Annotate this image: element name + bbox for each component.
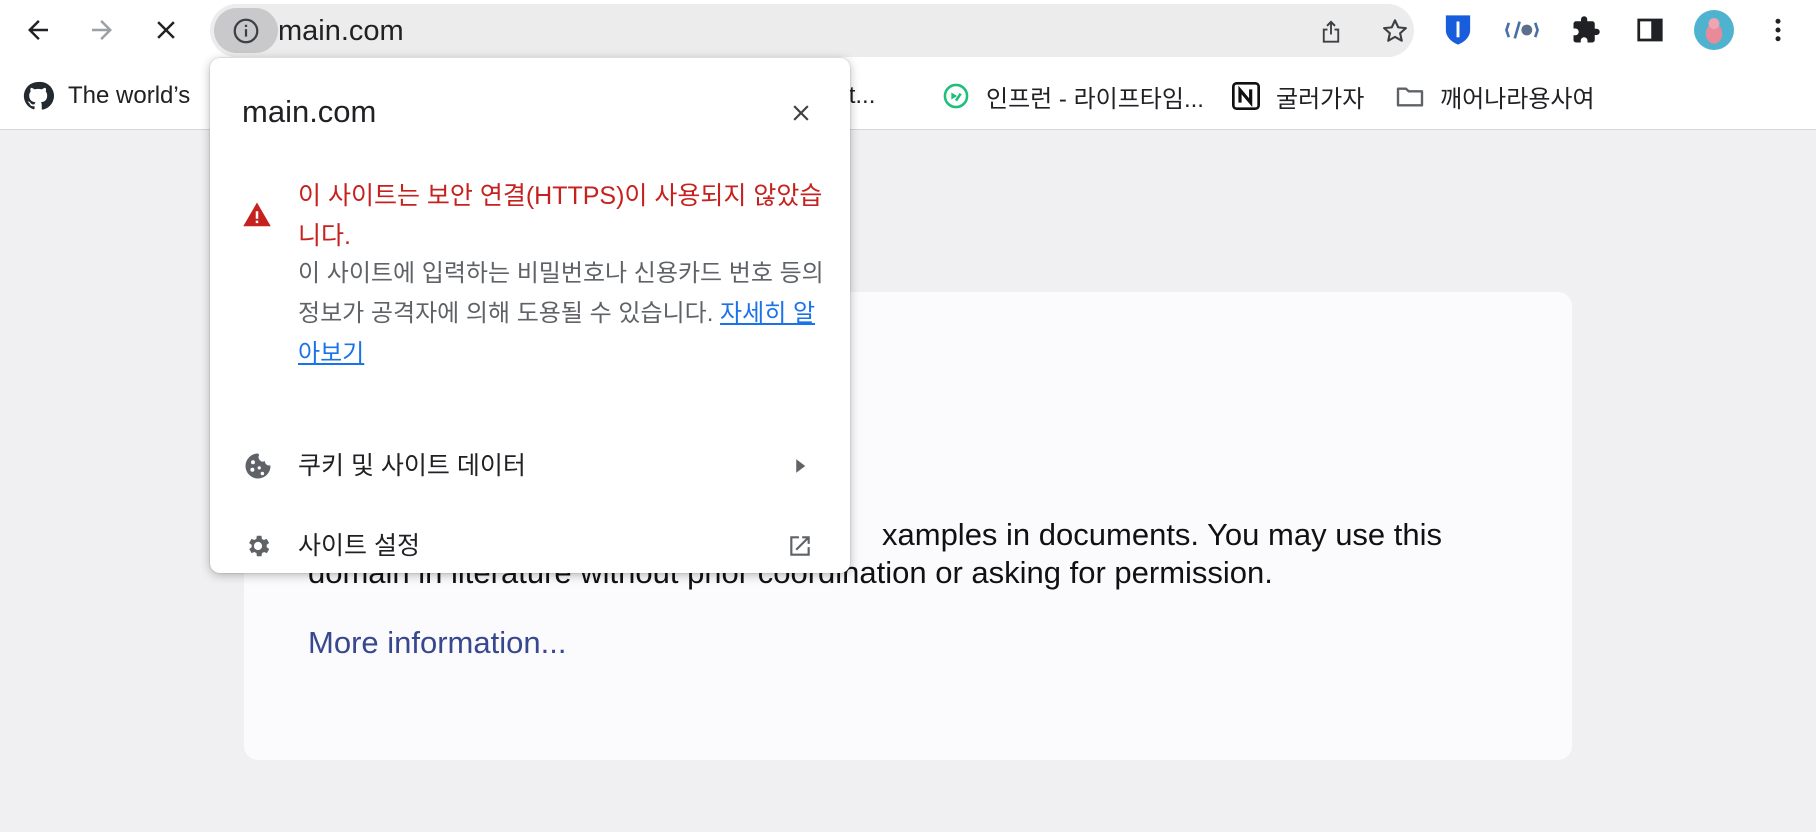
cookies-and-site-data-row[interactable]: 쿠키 및 사이트 데이터 bbox=[210, 436, 850, 496]
more-information-link[interactable]: More information... bbox=[308, 624, 566, 662]
code-extension[interactable] bbox=[1502, 10, 1542, 50]
site-info-button[interactable] bbox=[214, 8, 278, 53]
open-in-new-icon bbox=[784, 530, 816, 562]
site-settings-label: 사이트 설정 bbox=[298, 532, 420, 560]
back-button[interactable] bbox=[18, 10, 58, 50]
side-panel-button[interactable] bbox=[1630, 10, 1670, 50]
inflearn-icon bbox=[940, 80, 972, 112]
star-icon bbox=[1383, 19, 1407, 42]
bitwarden-extension[interactable] bbox=[1438, 10, 1478, 50]
popup-close-button[interactable] bbox=[784, 96, 818, 130]
address-bar[interactable]: main.com bbox=[210, 4, 1414, 57]
browser-toolbar: main.com bbox=[0, 0, 1816, 62]
puzzle-icon bbox=[1573, 16, 1600, 43]
browser-menu-button[interactable] bbox=[1758, 10, 1798, 50]
extensions-button[interactable] bbox=[1566, 10, 1606, 50]
notion-icon bbox=[1230, 80, 1262, 112]
warning-icon bbox=[243, 202, 271, 227]
profile-button[interactable] bbox=[1694, 10, 1734, 50]
cookies-label: 쿠키 및 사이트 데이터 bbox=[298, 452, 526, 480]
security-warning-title: 이 사이트는 보안 연결(HTTPS)이 사용되지 않았습니다. bbox=[298, 182, 823, 250]
share-icon bbox=[1322, 20, 1340, 43]
close-icon bbox=[793, 105, 809, 121]
close-icon bbox=[157, 21, 175, 39]
share-button[interactable] bbox=[1314, 14, 1348, 48]
security-warning-description: 이 사이트에 입력하는 비밀번호나 신용카드 번호 등의 정보가 공격자에 의해… bbox=[298, 254, 828, 374]
bookmark-item[interactable]: The world’s bbox=[22, 76, 190, 116]
bookmark-label: 깨어나라용사여 bbox=[1440, 85, 1595, 113]
bookmark-item[interactable]: 인프런 - 라이프타임... bbox=[940, 76, 1204, 116]
bookmark-label: 인프런 - 라이프타임... bbox=[986, 85, 1204, 113]
bookmark-star-button[interactable] bbox=[1378, 14, 1412, 48]
gear-icon bbox=[242, 530, 274, 562]
bookmark-item[interactable]: 깨어나라용사여 bbox=[1394, 76, 1595, 116]
site-settings-row[interactable]: 사이트 설정 bbox=[210, 516, 850, 576]
info-icon bbox=[233, 18, 259, 43]
cookie-icon bbox=[242, 450, 274, 482]
sidepanel-icon bbox=[1637, 18, 1663, 42]
bookmark-item[interactable]: 굴러가자 bbox=[1230, 76, 1364, 116]
url-text[interactable]: main.com bbox=[278, 15, 404, 47]
github-icon bbox=[22, 80, 54, 112]
kebab-menu-icon bbox=[1775, 18, 1781, 42]
arrow-right-icon bbox=[92, 20, 112, 40]
bookmark-label: The world’s bbox=[68, 82, 191, 109]
site-info-popup: main.com 이 사이트는 보안 연결(HTTPS)이 사용되지 않았습니다… bbox=[210, 58, 850, 573]
code-extension-icon bbox=[1505, 21, 1539, 39]
arrow-left-icon bbox=[28, 20, 48, 40]
chevron-right-icon bbox=[784, 450, 816, 482]
forward-button[interactable] bbox=[82, 10, 122, 50]
avatar bbox=[1694, 10, 1734, 50]
bitwarden-icon bbox=[1445, 15, 1471, 45]
bookmark-label: 굴러가자 bbox=[1276, 85, 1365, 113]
folder-icon bbox=[1394, 80, 1426, 112]
popup-title: main.com bbox=[242, 94, 377, 129]
stop-button[interactable] bbox=[146, 10, 186, 50]
